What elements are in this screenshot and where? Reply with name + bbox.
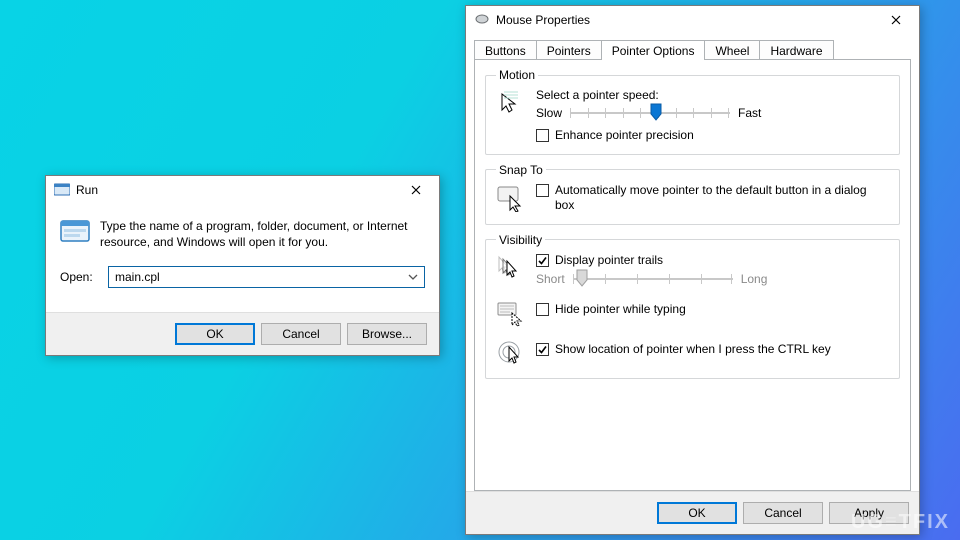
tab-wheel[interactable]: Wheel [704, 40, 760, 60]
pointer-trails-label: Display pointer trails [555, 253, 663, 269]
pointer-trails-slider[interactable] [573, 270, 733, 288]
mouse-cancel-button[interactable]: Cancel [743, 502, 823, 524]
tab-buttons[interactable]: Buttons [474, 40, 537, 60]
run-open-label: Open: [60, 270, 108, 284]
ctrl-locate-icon [496, 338, 526, 368]
snapto-checkbox[interactable] [536, 184, 549, 197]
run-app-icon [60, 218, 90, 246]
mouse-titlebar[interactable]: Mouse Properties [466, 6, 919, 34]
snapto-group: Snap To Automatically move pointer to th… [485, 163, 900, 225]
run-open-input[interactable]: main.cpl [108, 266, 425, 288]
motion-legend: Motion [496, 68, 538, 82]
snapto-label: Automatically move pointer to the defaul… [555, 183, 889, 214]
pointer-trails-icon [496, 253, 526, 283]
mouse-properties-dialog: Mouse Properties Buttons Pointers Pointe… [465, 5, 920, 535]
ctrl-locate-label: Show location of pointer when I press th… [555, 342, 831, 358]
pointer-options-panel: Motion Select a pointer speed: Slow [474, 59, 911, 491]
visibility-group: Visibility Display pointer trails Short [485, 233, 900, 380]
tab-pointers[interactable]: Pointers [536, 40, 602, 60]
pointer-speed-slider[interactable] [570, 104, 730, 122]
run-button-row: OK Cancel Browse... [46, 312, 439, 355]
hide-pointer-checkbox[interactable] [536, 303, 549, 316]
run-ok-button[interactable]: OK [175, 323, 255, 345]
tab-pointer-options[interactable]: Pointer Options [601, 40, 706, 60]
run-description: Type the name of a program, folder, docu… [100, 218, 425, 250]
run-title-icon [54, 182, 70, 199]
mouse-tabs: Buttons Pointers Pointer Options Wheel H… [474, 38, 911, 60]
speed-fast-label: Fast [738, 106, 761, 120]
chevron-down-icon[interactable] [408, 274, 418, 280]
run-dialog: Run Type the name of a program, folder, … [45, 175, 440, 356]
speed-slider-thumb[interactable] [650, 103, 662, 121]
run-browse-button[interactable]: Browse... [347, 323, 427, 345]
run-titlebar[interactable]: Run [46, 176, 439, 204]
run-open-value: main.cpl [115, 270, 408, 284]
pointer-trails-checkbox[interactable] [536, 254, 549, 267]
enhance-precision-label: Enhance pointer precision [555, 128, 694, 144]
mouse-title: Mouse Properties [496, 13, 875, 27]
mouse-close-button[interactable] [875, 7, 917, 33]
mouse-title-icon [474, 13, 490, 28]
tab-hardware[interactable]: Hardware [759, 40, 833, 60]
speed-slow-label: Slow [536, 106, 562, 120]
run-cancel-button[interactable]: Cancel [261, 323, 341, 345]
pointer-speed-icon [496, 88, 526, 118]
pointer-speed-label: Select a pointer speed: [536, 88, 889, 102]
hide-pointer-icon [496, 298, 526, 328]
trails-short-label: Short [536, 272, 565, 286]
run-close-button[interactable] [395, 177, 437, 203]
run-title: Run [76, 183, 395, 197]
snapto-icon [496, 183, 526, 213]
snapto-legend: Snap To [496, 163, 546, 177]
hide-pointer-label: Hide pointer while typing [555, 302, 686, 318]
trails-slider-thumb[interactable] [576, 269, 588, 287]
enhance-precision-checkbox[interactable] [536, 129, 549, 142]
motion-group: Motion Select a pointer speed: Slow [485, 68, 900, 155]
trails-long-label: Long [741, 272, 768, 286]
mouse-ok-button[interactable]: OK [657, 502, 737, 524]
ctrl-locate-checkbox[interactable] [536, 343, 549, 356]
watermark-text: UG≡TFIX [851, 511, 950, 534]
visibility-legend: Visibility [496, 233, 545, 247]
